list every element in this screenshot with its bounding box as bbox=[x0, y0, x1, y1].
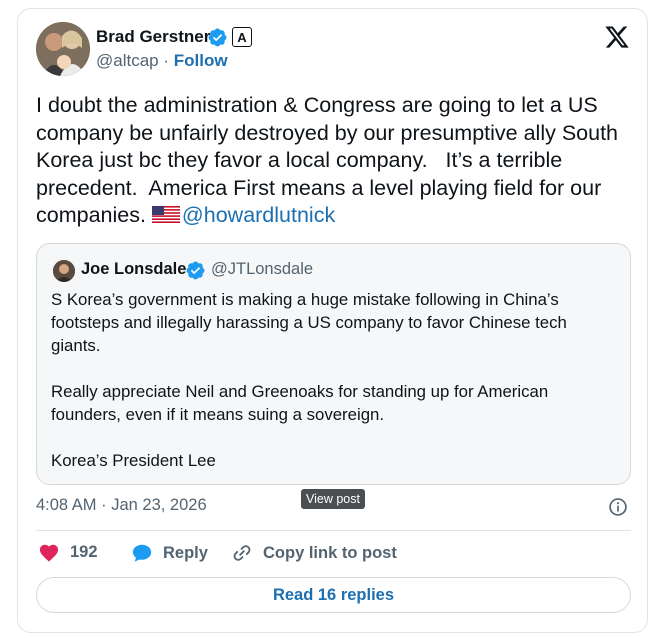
divider bbox=[36, 530, 631, 531]
author-handle-line: @altcap · Follow bbox=[96, 51, 228, 71]
quoted-avatar[interactable] bbox=[53, 260, 75, 282]
quoted-author-name[interactable]: Joe Lonsdale bbox=[81, 260, 186, 279]
like-button[interactable]: 192 bbox=[38, 542, 98, 562]
author-name[interactable]: Brad Gerstner bbox=[96, 27, 210, 47]
mention-link[interactable]: @howardlutnick bbox=[182, 203, 335, 227]
post-timestamp[interactable]: 4:08 AM · Jan 23, 2026 bbox=[36, 496, 207, 515]
info-icon[interactable] bbox=[608, 497, 628, 517]
quoted-author-handle[interactable]: @JTLonsdale bbox=[211, 260, 313, 279]
heart-icon bbox=[39, 544, 59, 562]
quoted-post[interactable]: Joe Lonsdale @JTLonsdale S Korea’s gover… bbox=[36, 243, 631, 485]
copy-link-label: Copy link to post bbox=[263, 543, 397, 562]
us-flag-icon bbox=[151, 206, 180, 223]
like-count: 192 bbox=[70, 542, 98, 561]
author-avatar[interactable] bbox=[36, 22, 90, 76]
x-logo-icon[interactable] bbox=[603, 24, 631, 50]
quoted-post-text: S Korea’s government is making a huge mi… bbox=[51, 290, 567, 470]
affiliate-badge-icon: A bbox=[232, 27, 252, 47]
follow-button[interactable]: Follow bbox=[174, 51, 228, 70]
view-post-tooltip: View post bbox=[301, 489, 365, 509]
copy-link-button[interactable]: Copy link to post bbox=[231, 542, 397, 564]
verified-badge-icon bbox=[208, 28, 227, 47]
reply-bubble-icon bbox=[132, 544, 152, 562]
handle-separator: · bbox=[163, 51, 170, 70]
post-text: I doubt the administration & Congress ar… bbox=[36, 92, 636, 230]
quoted-verified-badge-icon bbox=[186, 261, 205, 280]
read-replies-button[interactable]: Read 16 replies bbox=[36, 577, 631, 613]
reply-button[interactable]: Reply bbox=[131, 542, 208, 564]
reply-label: Reply bbox=[163, 543, 208, 562]
author-handle[interactable]: @altcap bbox=[96, 51, 159, 70]
link-icon bbox=[233, 545, 251, 561]
